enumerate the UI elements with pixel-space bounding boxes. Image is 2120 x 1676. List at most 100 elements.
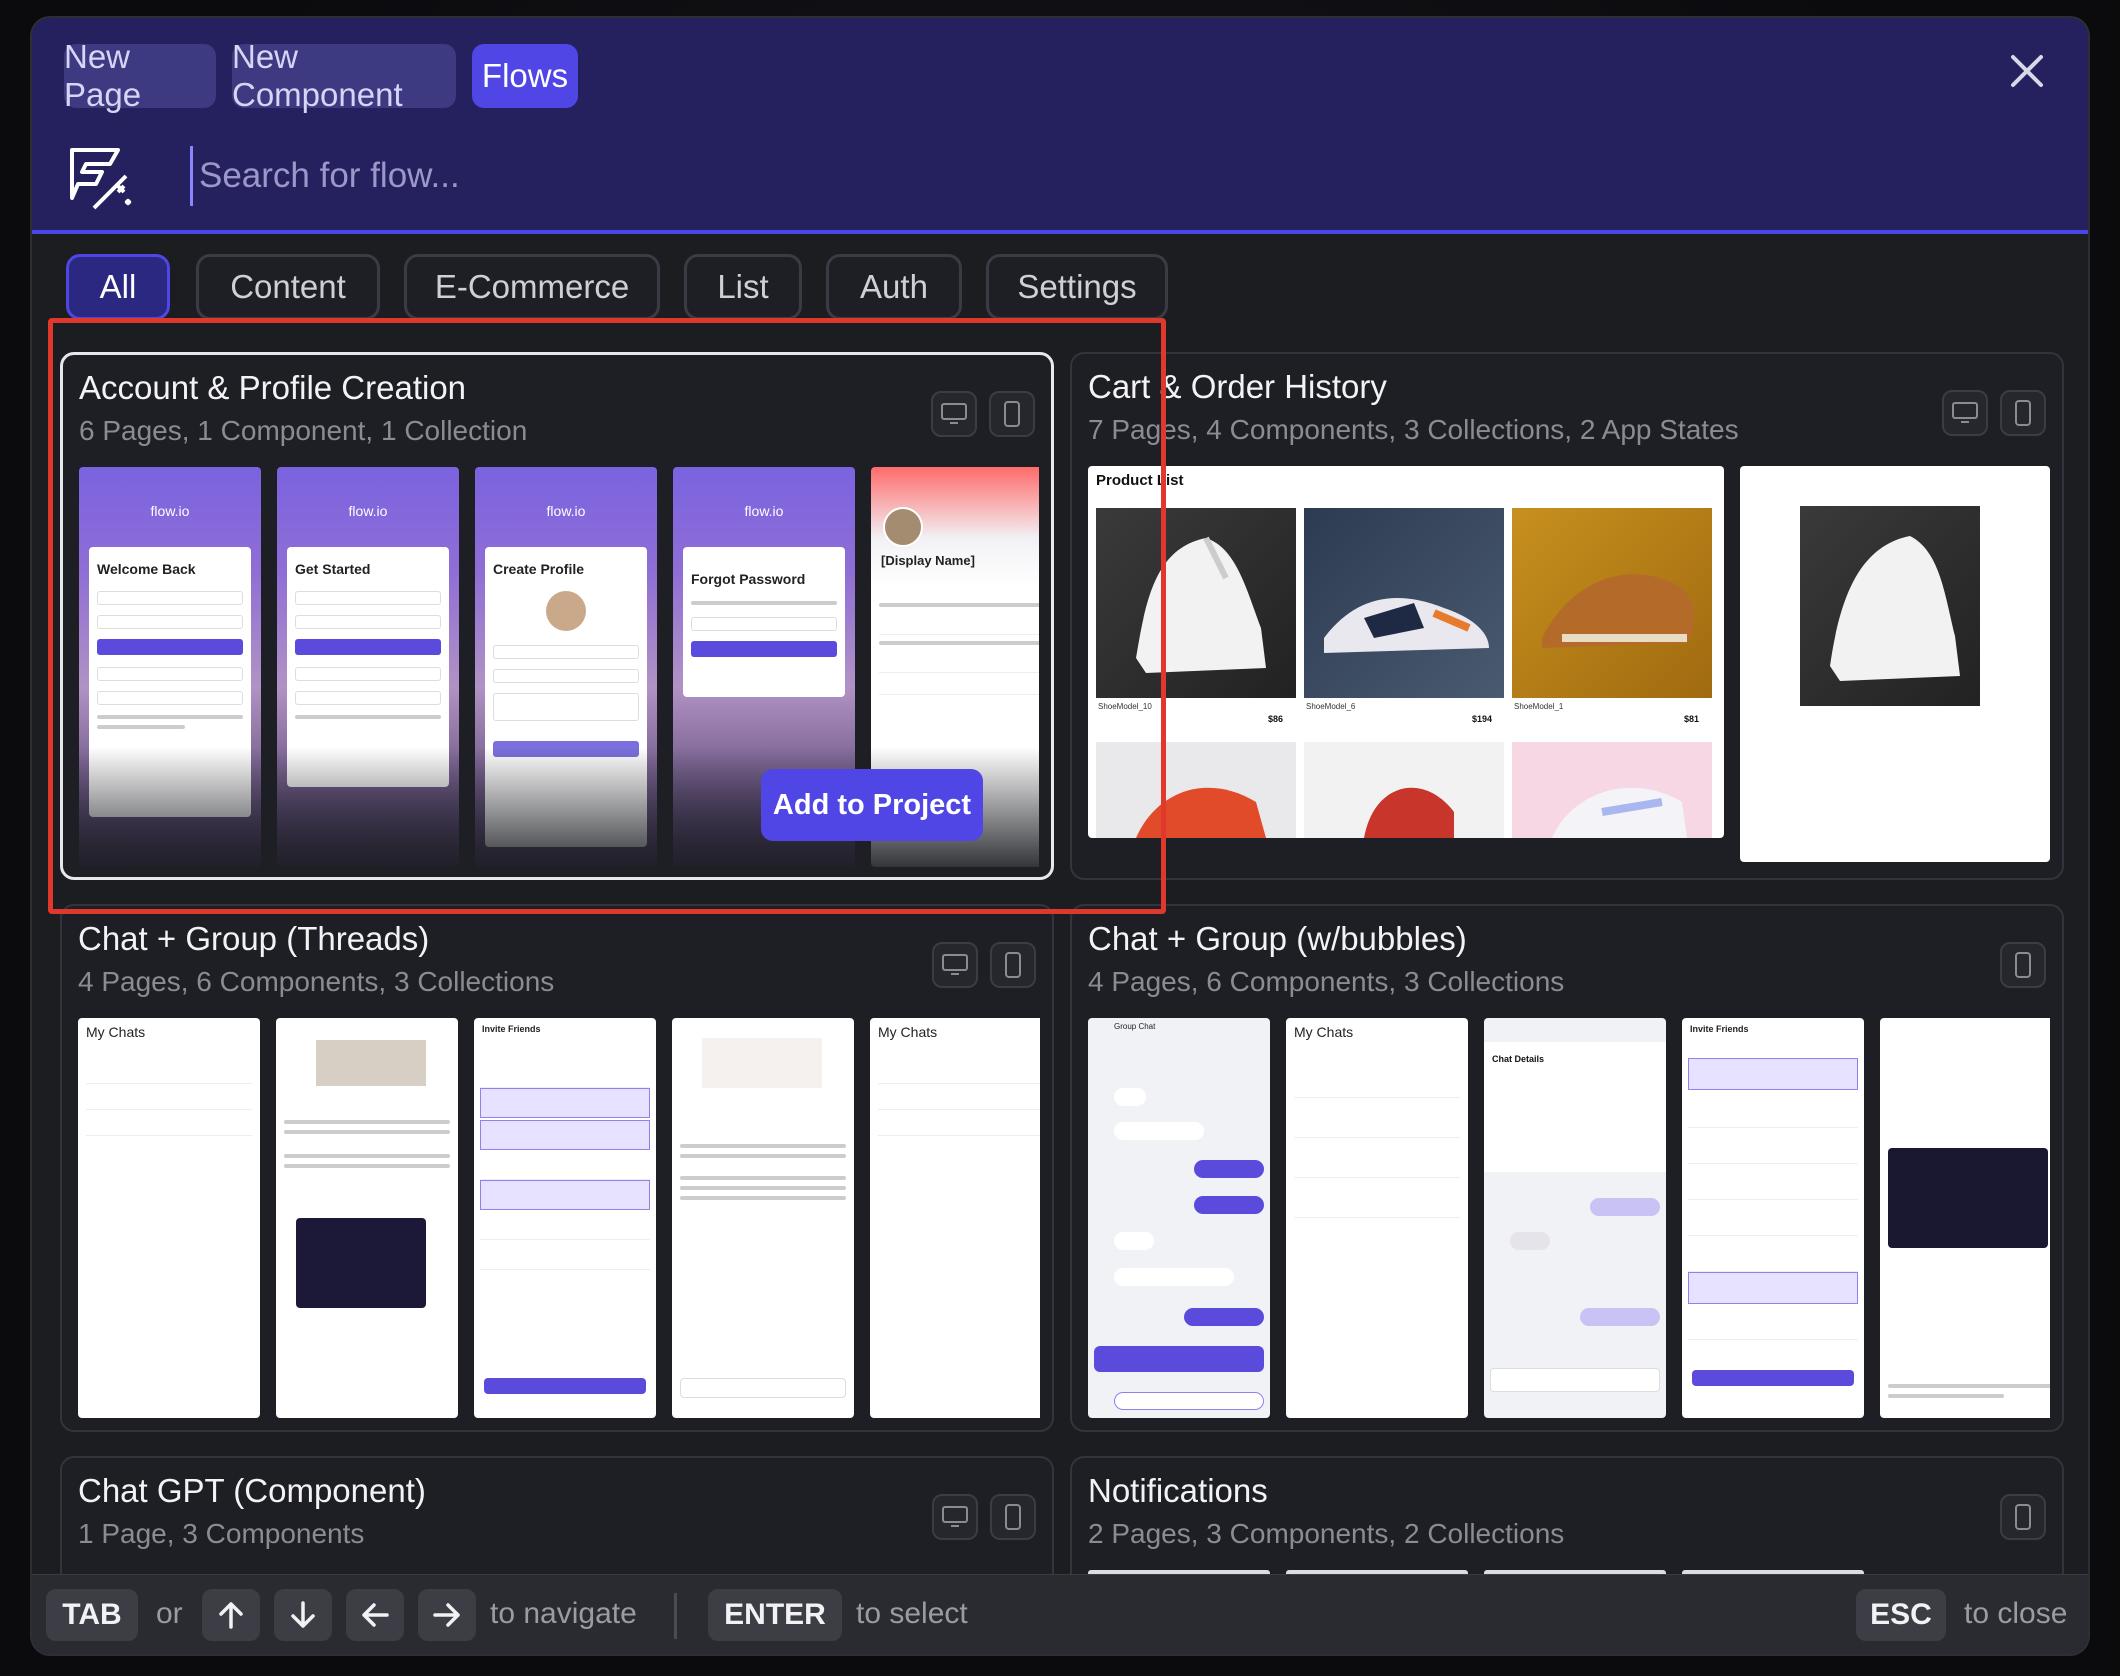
preview-title: My Chats: [86, 1024, 146, 1040]
product-image: [1800, 506, 1980, 706]
product-image: [1304, 742, 1504, 838]
preview-chat-video: [1880, 1018, 2050, 1418]
mobile-icon[interactable]: [990, 1494, 1036, 1540]
preview-title: Welcome Back: [97, 561, 196, 577]
product-image: [1096, 508, 1296, 698]
preview-brand: flow.io: [150, 503, 190, 519]
flow-logo-icon: [66, 142, 136, 212]
preview-chat-details: [672, 1018, 854, 1418]
preview-title: Forgot Password: [691, 571, 806, 587]
preview-title: My Chats: [1294, 1024, 1354, 1040]
product-image: [1096, 742, 1296, 838]
divider: [674, 1593, 677, 1639]
desktop-icon[interactable]: [932, 1494, 978, 1540]
desktop-icon[interactable]: [931, 391, 977, 437]
search-input[interactable]: [190, 146, 1890, 206]
preview-brand: flow.io: [348, 503, 388, 519]
preview-chat-details: Chat Details: [1484, 1018, 1666, 1418]
desktop-icon[interactable]: [1942, 390, 1988, 436]
close-label: to close: [1964, 1597, 2068, 1630]
preview-product-list: Product List ShoeModel_10 $86 ShoeModel_…: [1088, 466, 1724, 838]
card-meta: 4 Pages, 6 Components, 3 Collections: [1088, 966, 1565, 997]
preview-group-chat: [276, 1018, 458, 1418]
preview-my-chats-2: My Chats: [870, 1018, 1040, 1418]
mobile-icon[interactable]: [990, 942, 1036, 988]
product-name: ShoeModel_6: [1306, 702, 1356, 711]
filter-settings[interactable]: Settings: [986, 254, 1168, 320]
preview-brand: flow.io: [744, 503, 784, 519]
mobile-icon[interactable]: [2000, 1494, 2046, 1540]
desktop-icon[interactable]: [932, 942, 978, 988]
or-label: or: [156, 1597, 183, 1630]
preview-title: Group Chat: [1114, 1022, 1156, 1031]
card-meta: 4 Pages, 6 Components, 3 Collections: [78, 966, 555, 997]
product-image: [1512, 742, 1712, 838]
card-title: Notifications: [1088, 1472, 1268, 1509]
filter-auth[interactable]: Auth: [826, 254, 962, 320]
preview-invite-friends: Invite Friends: [1682, 1018, 1864, 1418]
preview-group-chat: Group Chat: [1088, 1018, 1270, 1418]
mobile-icon[interactable]: [2000, 390, 2046, 436]
product-image: [1304, 508, 1504, 698]
filter-list[interactable]: List: [684, 254, 802, 320]
mobile-icon[interactable]: [2000, 942, 2046, 988]
card-title: Cart & Order History: [1088, 368, 1387, 405]
preview-strip: Group Chat My Chats Chat Details Invite …: [1088, 1018, 2050, 1418]
card-title: Chat + Group (Threads): [78, 920, 430, 957]
filter-content[interactable]: Content: [196, 254, 380, 320]
card-title: Chat + Group (w/bubbles): [1088, 920, 1467, 957]
enter-key: ENTER: [708, 1589, 842, 1641]
search-row: [66, 142, 2046, 226]
card-title: Account & Profile Creation: [79, 369, 467, 406]
preview-title: Product List: [1096, 472, 1184, 489]
product-price: $81: [1684, 714, 1700, 724]
preview-title: Invite Friends: [482, 1024, 541, 1034]
preview-invite-friends: Invite Friends: [474, 1018, 656, 1418]
card-title: Chat GPT (Component): [78, 1472, 426, 1509]
product-name: ShoeModel_1: [1514, 702, 1564, 711]
filter-e-commerce[interactable]: E-Commerce: [404, 254, 660, 320]
product-price: $194: [1472, 714, 1493, 724]
flow-card-chat-bubbles[interactable]: Chat + Group (w/bubbles) 4 Pages, 6 Comp…: [1070, 904, 2064, 1432]
tab-new-component[interactable]: New Component: [232, 38, 456, 113]
card-meta: 7 Pages, 4 Components, 3 Collections, 2 …: [1088, 414, 1739, 445]
flow-card-chat-threads[interactable]: Chat + Group (Threads) 4 Pages, 6 Compon…: [60, 904, 1054, 1432]
navigate-label: to navigate: [490, 1597, 637, 1630]
preview-title: Invite Friends: [1690, 1024, 1749, 1034]
preview-my-chats: My Chats: [78, 1018, 260, 1418]
tab-key: TAB: [46, 1589, 138, 1641]
add-to-project-button[interactable]: Add to Project: [761, 769, 983, 841]
arrow-down-icon: [274, 1589, 332, 1641]
preview-title: My Chats: [878, 1024, 938, 1040]
modal-header: New Page New Component Flows: [32, 18, 2088, 234]
preview-strip: Product List ShoeModel_10 $86 ShoeModel_…: [1088, 466, 2050, 866]
preview-brand: flow.io: [546, 503, 586, 519]
product-name: ShoeModel_10: [1098, 702, 1152, 711]
preview-title: Chat Details: [1492, 1054, 1545, 1064]
card-meta: 6 Pages, 1 Component, 1 Collection: [79, 415, 528, 446]
preview-strip: My Chats Invite Friends My Chats: [78, 1018, 1040, 1418]
tab-flows[interactable]: Flows: [472, 44, 578, 108]
preview-title: [Display Name]: [881, 553, 975, 568]
flow-card-account-profile[interactable]: Account & Profile Creation 6 Pages, 1 Co…: [60, 352, 1054, 880]
esc-key: ESC: [1856, 1589, 1946, 1641]
preview-title: Create Profile: [493, 561, 585, 577]
product-price: $86: [1268, 714, 1284, 724]
tab-new-page[interactable]: New Page: [64, 38, 216, 113]
product-image: [1512, 508, 1712, 698]
arrow-right-icon: [418, 1589, 476, 1641]
flow-card-cart-order[interactable]: Cart & Order History 7 Pages, 4 Componen…: [1070, 352, 2064, 880]
card-meta: 2 Pages, 3 Components, 2 Collections: [1088, 1518, 1565, 1549]
preview-product-detail: [1740, 466, 2050, 862]
close-icon[interactable]: [2002, 46, 2052, 96]
flows-modal: New Page New Component Flows All Content…: [30, 16, 2090, 1656]
arrow-left-icon: [346, 1589, 404, 1641]
mobile-icon[interactable]: [989, 391, 1035, 437]
preview-my-chats: My Chats: [1286, 1018, 1468, 1418]
card-meta: 1 Page, 3 Components: [78, 1518, 365, 1549]
preview-title: Get Started: [295, 561, 371, 577]
arrow-up-icon: [202, 1589, 260, 1641]
keyboard-hints: TAB or to navigate ENTER to select ESC t…: [32, 1574, 2088, 1654]
select-label: to select: [856, 1597, 968, 1630]
filter-all[interactable]: All: [66, 254, 170, 320]
